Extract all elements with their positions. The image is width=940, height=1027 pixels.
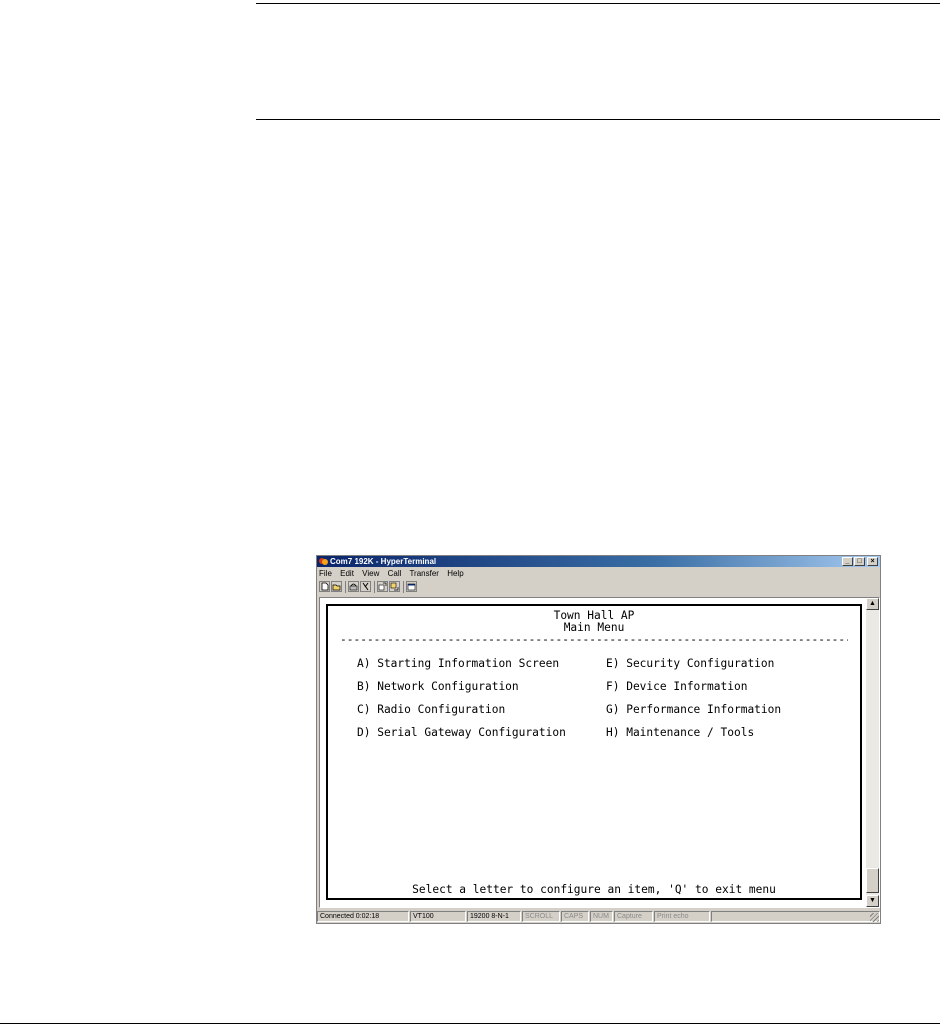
maximize-button[interactable]: □ bbox=[854, 557, 865, 566]
text-cursor: _ bbox=[850, 886, 857, 899]
vertical-scrollbar[interactable]: ▲ ▼ bbox=[866, 598, 879, 907]
menu-option-h[interactable]: H) Maintenance / Tools bbox=[606, 727, 754, 739]
status-print-echo: Print echo bbox=[654, 911, 710, 922]
status-scroll: SCROLL bbox=[522, 911, 560, 922]
terminal-viewport[interactable]: Town Hall AP Main Menu -----------------… bbox=[319, 597, 880, 908]
receive-icon[interactable] bbox=[389, 581, 400, 592]
menu-option-d[interactable]: D) Serial Gateway Configuration bbox=[357, 727, 566, 739]
menu-option-e[interactable]: E) Security Configuration bbox=[606, 658, 774, 670]
properties-icon[interactable] bbox=[406, 581, 417, 592]
hyperterminal-app-icon bbox=[319, 558, 328, 565]
menu-transfer[interactable]: Transfer bbox=[409, 569, 439, 578]
scrollbar-thumb[interactable] bbox=[866, 868, 879, 893]
scroll-down-arrow-icon[interactable]: ▼ bbox=[866, 895, 879, 907]
status-port-settings: 19200 8-N-1 bbox=[467, 911, 521, 922]
status-caps: CAPS bbox=[561, 911, 589, 922]
footer-rule bbox=[0, 1023, 940, 1024]
toolbar-separator bbox=[345, 581, 346, 593]
status-num: NUM bbox=[590, 911, 613, 922]
menu-file[interactable]: File bbox=[319, 569, 332, 578]
menu-call[interactable]: Call bbox=[388, 569, 402, 578]
menu-help[interactable]: Help bbox=[447, 569, 463, 578]
hyperterminal-window: Com7 192K - HyperTerminal _ □ × File Edi… bbox=[316, 555, 881, 924]
new-icon[interactable] bbox=[319, 581, 330, 592]
menu-bar: File Edit View Call Transfer Help bbox=[319, 568, 470, 580]
close-button[interactable]: × bbox=[867, 557, 878, 566]
menu-option-a[interactable]: A) Starting Information Screen bbox=[357, 658, 559, 670]
status-connection-time: Connected 0:02:18 bbox=[317, 911, 409, 922]
title-bar[interactable]: Com7 192K - HyperTerminal _ □ × bbox=[317, 556, 880, 567]
menu-prompt: Select a letter to configure an item, 'Q… bbox=[412, 883, 776, 896]
disconnect-icon[interactable] bbox=[360, 581, 371, 592]
toolbar-separator bbox=[403, 581, 404, 593]
status-empty-cell bbox=[711, 911, 880, 922]
window-title: Com7 192K - HyperTerminal bbox=[330, 557, 437, 566]
status-bar: Connected 0:02:18 VT100 19200 8-N-1 SCRO… bbox=[317, 911, 880, 923]
status-emulation: VT100 bbox=[410, 911, 466, 922]
minimize-button[interactable]: _ bbox=[842, 557, 853, 566]
menu-divider: ----------------------------------------… bbox=[340, 634, 848, 646]
menu-option-c[interactable]: C) Radio Configuration bbox=[357, 704, 505, 716]
menu-title: Main Menu bbox=[563, 621, 625, 634]
menu-option-b[interactable]: B) Network Configuration bbox=[357, 681, 519, 693]
open-icon[interactable] bbox=[331, 581, 342, 592]
top-rule bbox=[256, 3, 940, 4]
send-icon[interactable] bbox=[377, 581, 388, 592]
terminal-screen[interactable]: Town Hall AP Main Menu -----------------… bbox=[326, 604, 862, 900]
resize-grip-icon[interactable] bbox=[870, 913, 879, 922]
menu-option-f[interactable]: F) Device Information bbox=[606, 681, 747, 693]
menu-view[interactable]: View bbox=[362, 569, 379, 578]
header-rule bbox=[256, 119, 940, 120]
menu-edit[interactable]: Edit bbox=[340, 569, 354, 578]
menu-option-g[interactable]: G) Performance Information bbox=[606, 704, 781, 716]
scroll-up-arrow-icon[interactable]: ▲ bbox=[866, 598, 879, 610]
status-capture: Capture bbox=[614, 911, 653, 922]
connect-icon[interactable] bbox=[348, 581, 359, 592]
toolbar-separator bbox=[374, 581, 375, 593]
